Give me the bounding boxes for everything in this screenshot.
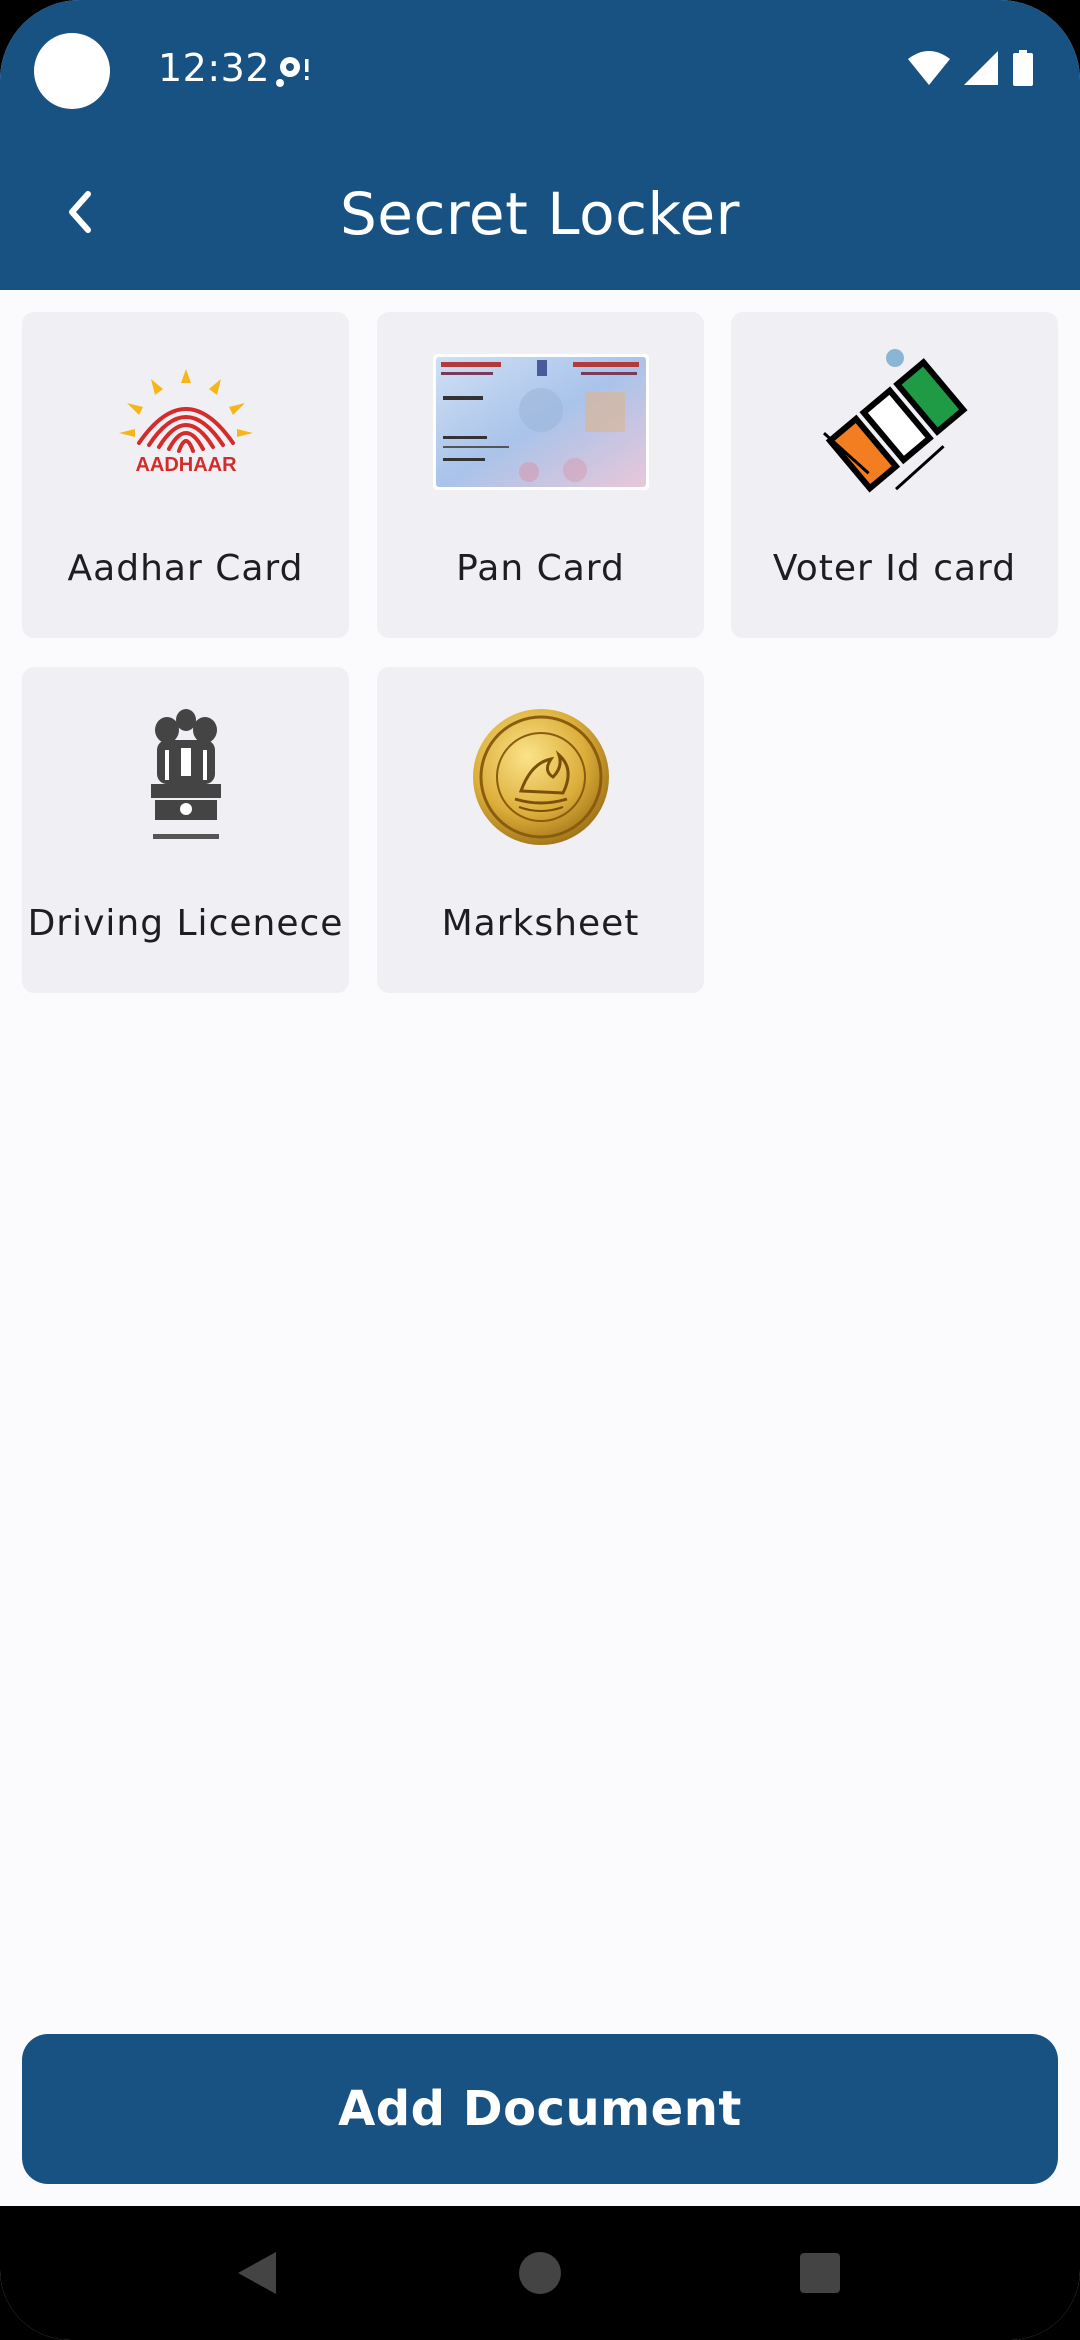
triangle-back-icon <box>238 2252 276 2294</box>
document-label: Driving Licenece <box>27 903 344 944</box>
document-tile-voter-id[interactable]: Voter Id card <box>731 312 1058 638</box>
camera-cutout <box>34 33 110 109</box>
add-document-button[interactable]: Add Document <box>22 2034 1058 2184</box>
sync-status-icon <box>274 54 312 88</box>
wifi-icon <box>908 51 950 89</box>
document-label: Voter Id card <box>772 548 1017 589</box>
board-seal-icon <box>377 703 704 851</box>
header: 12:32 Secret Locker <box>0 0 1080 290</box>
battery-icon <box>1012 50 1034 90</box>
document-label: Marksheet <box>441 903 640 944</box>
election-commission-logo <box>731 348 1058 496</box>
national-emblem-icon <box>22 703 349 851</box>
status-icons <box>908 50 1034 90</box>
aadhaar-logo: AADHAAR <box>22 348 349 496</box>
document-tile-aadhar[interactable]: AADHAAR Aadhar Card <box>22 312 349 638</box>
pan-card-image <box>377 348 704 496</box>
nav-back-button[interactable] <box>224 2240 290 2306</box>
document-tile-marksheet[interactable]: Marksheet <box>377 667 704 993</box>
circle-home-icon <box>519 2252 561 2294</box>
status-bar: 12:32 <box>0 0 1080 140</box>
document-label: Aadhar Card <box>67 548 304 589</box>
system-nav-bar <box>0 2206 1080 2340</box>
document-tile-pan[interactable]: Pan Card <box>377 312 704 638</box>
document-label: Pan Card <box>456 548 625 589</box>
nav-recents-button[interactable] <box>787 2240 853 2306</box>
aadhaar-logo-text: AADHAAR <box>135 454 237 476</box>
nav-home-button[interactable] <box>507 2240 573 2306</box>
status-time: 12:32 <box>158 46 271 90</box>
page-title: Secret Locker <box>339 180 741 248</box>
app-bar: Secret Locker <box>0 140 1080 290</box>
cell-signal-icon <box>964 51 998 89</box>
document-tile-driving-licence[interactable]: Driving Licenece <box>22 667 349 993</box>
phone-screen: 12:32 Secret Locker AADHAAR Aadhar Card … <box>0 0 1080 2340</box>
square-recents-icon <box>800 2253 840 2293</box>
